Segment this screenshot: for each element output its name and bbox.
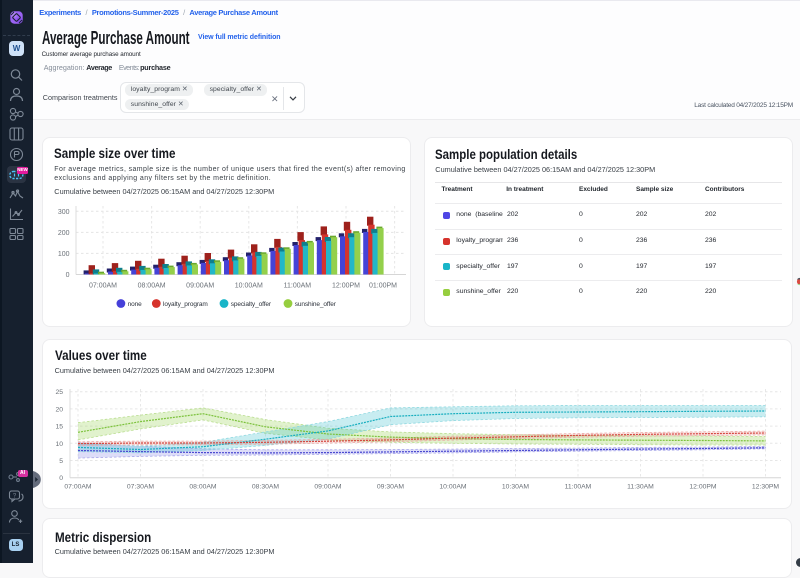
svg-text:12:00PM: 12:00PM bbox=[689, 484, 717, 491]
svg-text:12:00PM: 12:00PM bbox=[332, 283, 360, 290]
svg-text:10:00AM: 10:00AM bbox=[235, 283, 263, 290]
svg-text:09:00AM: 09:00AM bbox=[314, 484, 342, 491]
svg-text:01:00PM: 01:00PM bbox=[369, 283, 397, 290]
svg-text:none: none bbox=[128, 301, 143, 308]
svg-text:0: 0 bbox=[59, 475, 63, 482]
svg-text:200: 200 bbox=[58, 230, 70, 237]
svg-text:08:00AM: 08:00AM bbox=[189, 484, 217, 491]
svg-text:10:00AM: 10:00AM bbox=[439, 484, 467, 491]
svg-text:09:30AM: 09:30AM bbox=[377, 484, 405, 491]
svg-text:25: 25 bbox=[55, 389, 63, 396]
svg-text:11:30AM: 11:30AM bbox=[627, 484, 654, 491]
svg-text:loyalty_program: loyalty_program bbox=[163, 301, 208, 308]
svg-text:0: 0 bbox=[66, 272, 70, 279]
svg-text:08:30AM: 08:30AM bbox=[252, 484, 280, 491]
svg-text:07:30AM: 07:30AM bbox=[127, 484, 155, 491]
svg-text:specialty_offer: specialty_offer bbox=[231, 301, 272, 308]
svg-text:07:00AM: 07:00AM bbox=[64, 484, 92, 491]
svg-text:?: ? bbox=[13, 493, 17, 499]
svg-text:5: 5 bbox=[59, 458, 63, 465]
svg-text:09:00AM: 09:00AM bbox=[186, 283, 214, 290]
svg-text:11:00AM: 11:00AM bbox=[565, 484, 592, 491]
svg-text:07:00AM: 07:00AM bbox=[89, 283, 117, 290]
svg-text:20: 20 bbox=[55, 406, 63, 413]
svg-text:300: 300 bbox=[58, 209, 70, 216]
svg-text:15: 15 bbox=[55, 424, 63, 431]
svg-text:11:00AM: 11:00AM bbox=[284, 283, 312, 290]
svg-text:10: 10 bbox=[55, 441, 63, 448]
svg-text:08:00AM: 08:00AM bbox=[138, 283, 166, 290]
svg-text:100: 100 bbox=[58, 251, 70, 258]
svg-text:sunshine_offer: sunshine_offer bbox=[295, 301, 337, 308]
svg-text:12:30PM: 12:30PM bbox=[752, 484, 780, 491]
svg-text:10:30AM: 10:30AM bbox=[502, 484, 530, 491]
